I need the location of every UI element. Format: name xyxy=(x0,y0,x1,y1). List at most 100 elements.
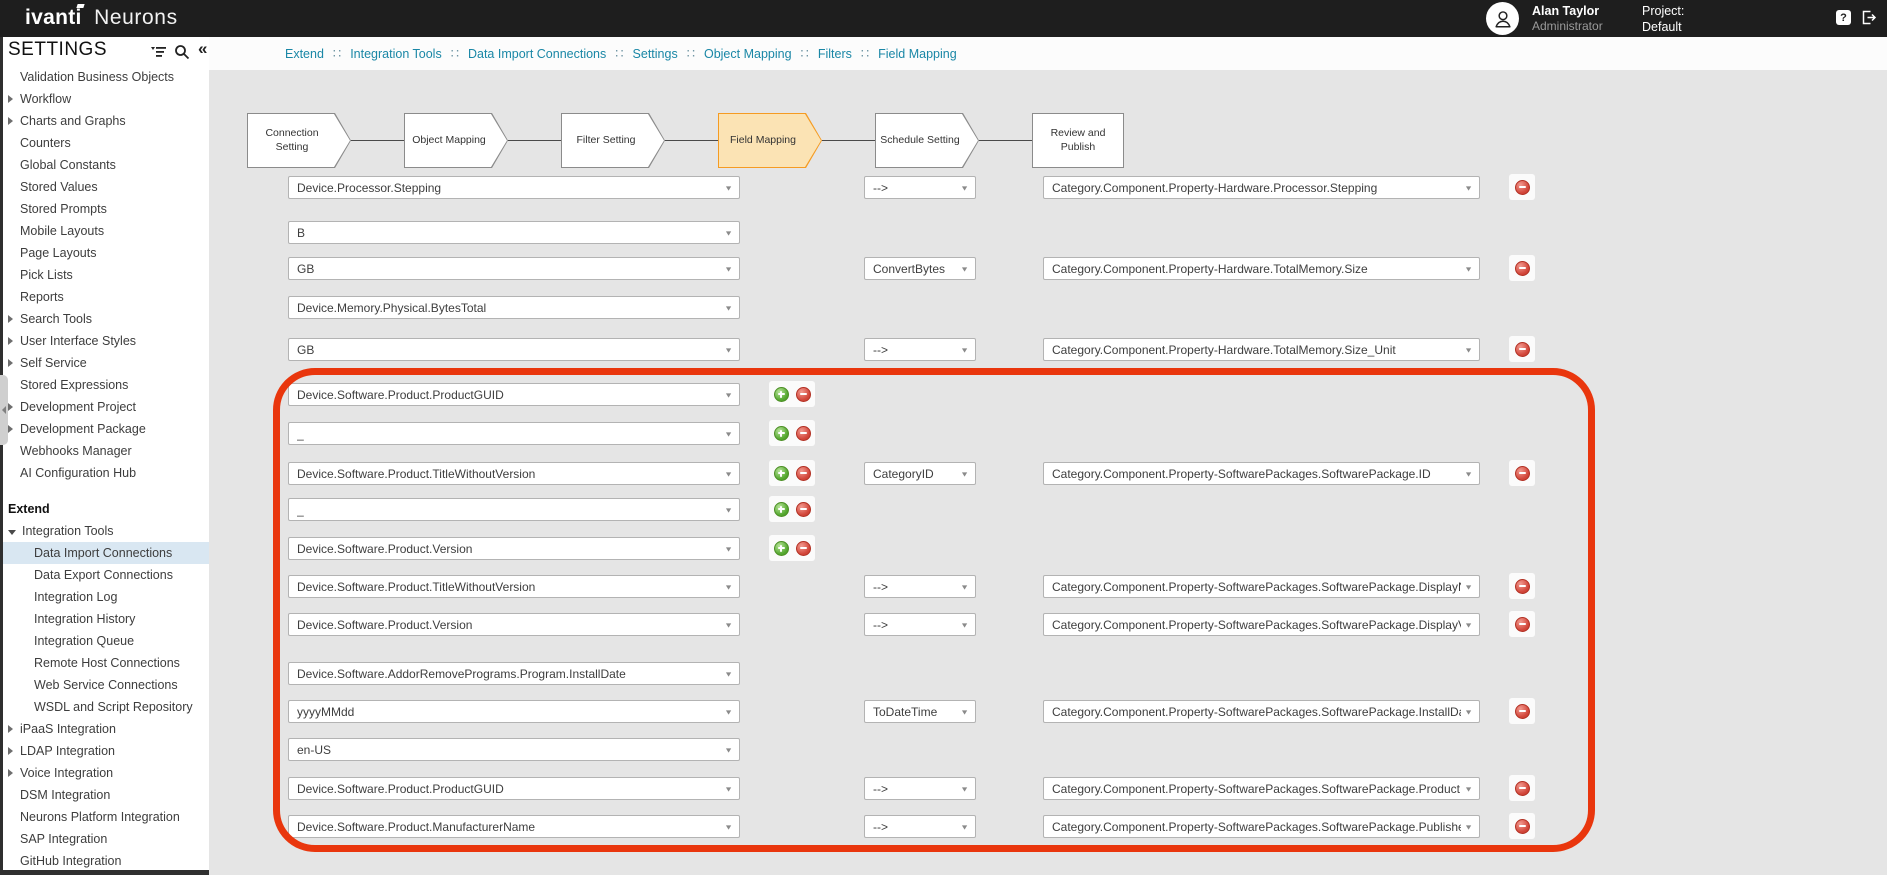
sidebar-item-self-service[interactable]: Self Service xyxy=(0,352,209,374)
source-field-select[interactable]: Device.Software.AddorRemovePrograms.Prog… xyxy=(288,662,740,685)
target-field-select[interactable]: Category.Component.Property-Hardware.Pro… xyxy=(1043,176,1480,199)
sidebar-item-data-export-connections[interactable]: Data Export Connections xyxy=(0,564,209,586)
breadcrumb-item-integration-tools[interactable]: Integration Tools xyxy=(350,47,442,61)
sidebar-item-user-interface-styles[interactable]: User Interface Styles xyxy=(0,330,209,352)
caret-right-icon[interactable] xyxy=(8,747,13,755)
project-value[interactable]: Default xyxy=(1642,19,1684,35)
source-field-select[interactable]: yyyyMMdd▼ xyxy=(288,700,740,723)
wizard-step-schedule-setting[interactable]: Schedule Setting xyxy=(875,113,979,168)
remove-row-button[interactable] xyxy=(1509,775,1535,801)
sidebar-item-stored-expressions[interactable]: Stored Expressions xyxy=(0,374,209,396)
remove-row-button[interactable] xyxy=(1509,336,1535,362)
caret-down-icon[interactable] xyxy=(8,530,16,535)
sidebar-scroll-handle[interactable] xyxy=(0,375,8,445)
caret-right-icon[interactable] xyxy=(8,337,13,345)
sidebar-item-global-constants[interactable]: Global Constants xyxy=(0,154,209,176)
breadcrumb-item-filters[interactable]: Filters xyxy=(818,47,852,61)
source-field-select[interactable]: _▼ xyxy=(288,498,740,521)
sidebar-item-ai-configuration-hub[interactable]: AI Configuration Hub xyxy=(0,462,209,484)
source-field-select[interactable]: Device.Software.Product.Version▼ xyxy=(288,537,740,560)
source-field-select[interactable]: GB▼ xyxy=(288,338,740,361)
wizard-step-object-mapping[interactable]: Object Mapping xyxy=(404,113,508,168)
sidebar-item-mobile-layouts[interactable]: Mobile Layouts xyxy=(0,220,209,242)
sidebar-item-validation-business-objects[interactable]: Validation Business Objects xyxy=(0,66,209,88)
sidebar-item-remote-host-connections[interactable]: Remote Host Connections xyxy=(0,652,209,674)
sidebar-item-data-import-connections[interactable]: Data Import Connections xyxy=(0,542,209,564)
filter-list-icon[interactable] xyxy=(150,44,167,65)
remove-row-button[interactable] xyxy=(1509,460,1535,486)
source-field-select[interactable]: _▼ xyxy=(288,422,740,445)
source-field-select[interactable]: Device.Software.Product.ManufacturerName… xyxy=(288,815,740,838)
source-field-select[interactable]: Device.Software.Product.ProductGUID▼ xyxy=(288,777,740,800)
source-field-select[interactable]: en-US▼ xyxy=(288,738,740,761)
operation-select[interactable]: -->▼ xyxy=(864,575,976,598)
sidebar-item-sap-integration[interactable]: SAP Integration xyxy=(0,828,209,850)
remove-row-button[interactable] xyxy=(1509,573,1535,599)
sidebar-item-web-service-connections[interactable]: Web Service Connections xyxy=(0,674,209,696)
sidebar-item-stored-values[interactable]: Stored Values xyxy=(0,176,209,198)
sidebar-item-charts-and-graphs[interactable]: Charts and Graphs xyxy=(0,110,209,132)
operation-select[interactable]: -->▼ xyxy=(864,613,976,636)
sidebar-item-voice-integration[interactable]: Voice Integration xyxy=(0,762,209,784)
breadcrumb-item-object-mapping[interactable]: Object Mapping xyxy=(704,47,792,61)
operation-select[interactable]: ConvertBytes▼ xyxy=(864,257,976,280)
caret-right-icon[interactable] xyxy=(8,359,13,367)
add-mapping-button[interactable] xyxy=(774,541,789,556)
sidebar-item-webhooks-manager[interactable]: Webhooks Manager xyxy=(0,440,209,462)
caret-right-icon[interactable] xyxy=(8,95,13,103)
remove-mapping-button[interactable] xyxy=(796,466,811,481)
caret-right-icon[interactable] xyxy=(8,425,13,433)
remove-mapping-button[interactable] xyxy=(796,502,811,517)
target-field-select[interactable]: Category.Component.Property-SoftwarePack… xyxy=(1043,613,1480,636)
sidebar-item-dsm-integration[interactable]: DSM Integration xyxy=(0,784,209,806)
user-avatar[interactable] xyxy=(1486,2,1519,35)
operation-select[interactable]: -->▼ xyxy=(864,338,976,361)
sidebar-item-counters[interactable]: Counters xyxy=(0,132,209,154)
caret-right-icon[interactable] xyxy=(8,725,13,733)
sidebar-item-reports[interactable]: Reports xyxy=(0,286,209,308)
collapse-sidebar-icon[interactable]: « xyxy=(198,39,207,59)
sidebar-item-page-layouts[interactable]: Page Layouts xyxy=(0,242,209,264)
logout-icon[interactable] xyxy=(1860,9,1877,26)
remove-row-button[interactable] xyxy=(1509,813,1535,839)
source-field-select[interactable]: B▼ xyxy=(288,221,740,244)
add-mapping-button[interactable] xyxy=(774,387,789,402)
target-field-select[interactable]: Category.Component.Property-Hardware.Tot… xyxy=(1043,338,1480,361)
remove-mapping-button[interactable] xyxy=(796,426,811,441)
operation-select[interactable]: -->▼ xyxy=(864,777,976,800)
target-field-select[interactable]: Category.Component.Property-SoftwarePack… xyxy=(1043,815,1480,838)
breadcrumb-item-extend[interactable]: Extend xyxy=(285,47,324,61)
caret-right-icon[interactable] xyxy=(8,315,13,323)
sidebar-item-github-integration[interactable]: GitHub Integration xyxy=(0,850,209,870)
source-field-select[interactable]: Device.Software.Product.TitleWithoutVers… xyxy=(288,575,740,598)
remove-row-button[interactable] xyxy=(1509,698,1535,724)
operation-select[interactable]: -->▼ xyxy=(864,176,976,199)
sidebar-item-development-package[interactable]: Development Package xyxy=(0,418,209,440)
search-icon[interactable] xyxy=(174,44,190,65)
wizard-step-filter-setting[interactable]: Filter Setting xyxy=(561,113,665,168)
breadcrumb-item-settings[interactable]: Settings xyxy=(633,47,678,61)
caret-right-icon[interactable] xyxy=(8,769,13,777)
add-mapping-button[interactable] xyxy=(774,466,789,481)
operation-select[interactable]: -->▼ xyxy=(864,815,976,838)
target-field-select[interactable]: Category.Component.Property-SoftwarePack… xyxy=(1043,575,1480,598)
sidebar-item-integration-tools[interactable]: Integration Tools xyxy=(0,520,209,542)
target-field-select[interactable]: Category.Component.Property-SoftwarePack… xyxy=(1043,700,1480,723)
source-field-select[interactable]: Device.Processor.Stepping▼ xyxy=(288,176,740,199)
wizard-step-field-mapping[interactable]: Field Mapping xyxy=(718,113,822,168)
target-field-select[interactable]: Category.Component.Property-Hardware.Tot… xyxy=(1043,257,1480,280)
sidebar-item-ipaas-integration[interactable]: iPaaS Integration xyxy=(0,718,209,740)
sidebar-item-workflow[interactable]: Workflow xyxy=(0,88,209,110)
source-field-select[interactable]: Device.Software.Product.ProductGUID▼ xyxy=(288,383,740,406)
source-field-select[interactable]: Device.Memory.Physical.BytesTotal▼ xyxy=(288,296,740,319)
sidebar-item-integration-queue[interactable]: Integration Queue xyxy=(0,630,209,652)
sidebar-item-integration-log[interactable]: Integration Log xyxy=(0,586,209,608)
caret-right-icon[interactable] xyxy=(8,117,13,125)
sidebar-item-stored-prompts[interactable]: Stored Prompts xyxy=(0,198,209,220)
sidebar-item-integration-history[interactable]: Integration History xyxy=(0,608,209,630)
remove-row-button[interactable] xyxy=(1509,611,1535,637)
breadcrumb-item-field-mapping[interactable]: Field Mapping xyxy=(878,47,957,61)
sidebar-item-neurons-platform-integration[interactable]: Neurons Platform Integration xyxy=(0,806,209,828)
breadcrumb-item-data-import-connections[interactable]: Data Import Connections xyxy=(468,47,606,61)
sidebar-item-pick-lists[interactable]: Pick Lists xyxy=(0,264,209,286)
